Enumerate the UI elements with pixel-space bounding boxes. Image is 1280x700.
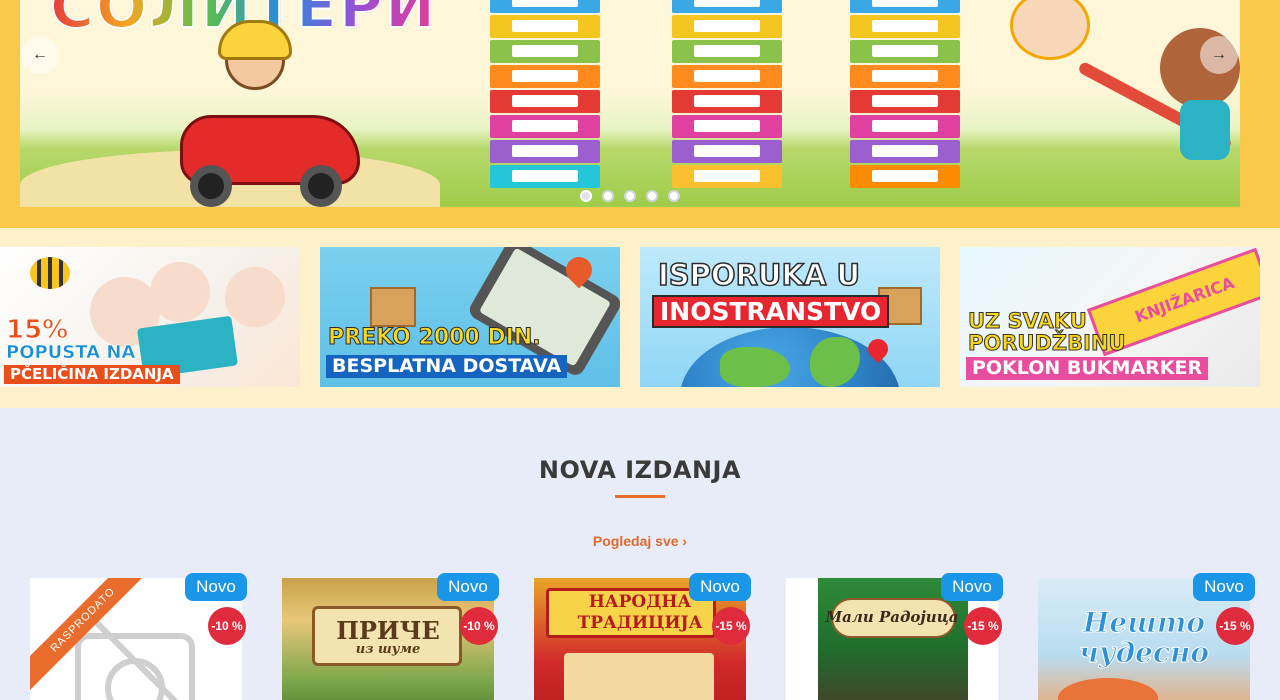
promo-banner-bookmark[interactable]: KNJIŽARICA UZ SVAKU PORUDŽBINU POKLON BU… [960, 247, 1260, 387]
discount-badge: -15 % [1216, 607, 1254, 645]
slider-dot[interactable] [602, 190, 614, 202]
slider-dot[interactable] [624, 190, 636, 202]
promo-text: BESPLATNA DOSTAVA [326, 355, 568, 378]
promo-banners: 15% POPUSTA NA PČELIČINA IZDANJA PREKO 2… [0, 228, 1280, 408]
new-badge: Novo [689, 573, 751, 601]
boy-body-illustration [1180, 100, 1230, 160]
baby-illustration [225, 267, 285, 327]
promo-text: PREKO 2000 DIN. [328, 325, 542, 350]
baby-illustration [150, 262, 210, 322]
globe-illustration [680, 327, 900, 387]
new-badge: Novo [185, 573, 247, 601]
promo-text: PČELIČINA IZDANJA [4, 365, 180, 384]
title-underline [615, 495, 665, 498]
book-shelf-illustration [850, 0, 960, 195]
slider-prev-button[interactable]: ← [21, 36, 59, 74]
promo-banner-free-shipping[interactable]: PREKO 2000 DIN. BESPLATNA DOSTAVA [320, 247, 620, 387]
book-shelf-illustration [490, 0, 600, 195]
promo-banner-discount[interactable]: 15% POPUSTA NA PČELIČINA IZDANJA [0, 247, 300, 387]
parcel-icon [370, 287, 416, 327]
girl-illustration [1010, 0, 1090, 60]
promo-banner-international[interactable]: ISPORUKA U INOSTRANSTVO [640, 247, 940, 387]
discount-badge: -15 % [964, 607, 1002, 645]
cover-panel [564, 653, 714, 700]
car-illustration [170, 20, 370, 207]
slider-next-button[interactable]: → [1200, 36, 1238, 74]
bookmark-brand: KNJIŽARICA [1132, 273, 1237, 327]
new-badge: Novo [437, 573, 499, 601]
bee-icon [30, 257, 70, 289]
hero-slider: СОЛИТЕРИ [0, 0, 1280, 228]
promo-text: UZ SVAKU [968, 309, 1088, 333]
promo-text: POKLON BUKMARKER [966, 357, 1209, 380]
new-badge: Novo [1193, 573, 1255, 601]
discount-badge: -10 % [460, 607, 498, 645]
promo-text: INOSTRANSTVO [652, 295, 890, 328]
promo-text: POPUSTA NA [6, 342, 136, 363]
cover-subtitle: чудесно [1078, 636, 1210, 670]
cover-art [1058, 678, 1158, 700]
promo-text: PORUDŽBINU [968, 331, 1127, 355]
promo-text: ISPORUKA U [657, 258, 861, 292]
hero-slide-image[interactable]: СОЛИТЕРИ [20, 0, 1240, 207]
discount-badge: -15 % [712, 607, 750, 645]
slider-dots [580, 190, 680, 202]
book-shelf-illustration [672, 0, 782, 195]
arrow-left-icon: ← [32, 46, 48, 63]
arrow-right-icon: → [1211, 46, 1227, 63]
cover-subtitle: из шуме [355, 642, 421, 657]
discount-badge: -10 % [208, 607, 246, 645]
promo-percent: 15% [5, 315, 69, 345]
see-all-link-wrap: Pogledaj sve › [0, 533, 1280, 549]
chevron-right-icon: › [682, 533, 688, 549]
see-all-link[interactable]: Pogledaj sve › [593, 533, 687, 549]
new-badge: Novo [941, 573, 1003, 601]
section-title: NOVA IZDANJA [538, 456, 742, 484]
slider-dot[interactable] [668, 190, 680, 202]
slider-dot[interactable] [580, 190, 592, 202]
slider-dot[interactable] [646, 190, 658, 202]
